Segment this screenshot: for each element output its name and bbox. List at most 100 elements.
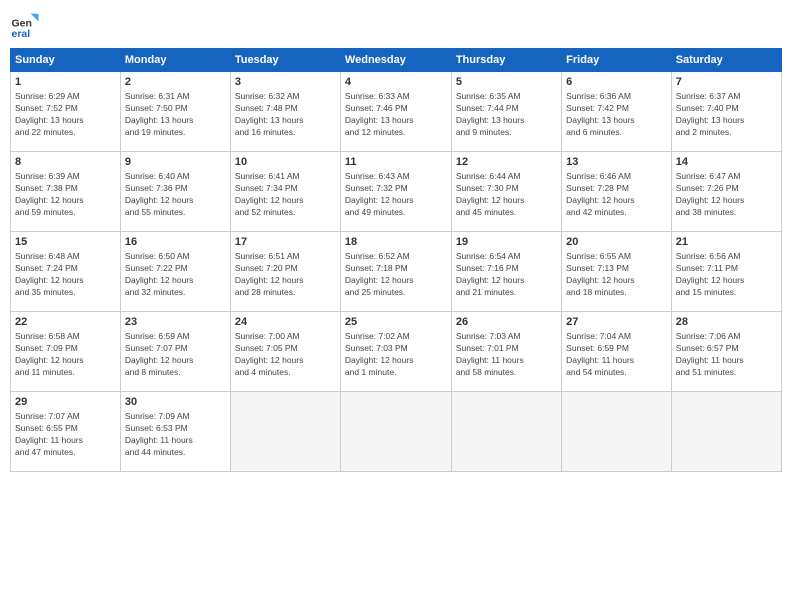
day-number: 16 xyxy=(125,235,226,250)
calendar-cell: 9Sunrise: 6:40 AMSunset: 7:36 PMDaylight… xyxy=(120,152,230,232)
calendar-cell: 5Sunrise: 6:35 AMSunset: 7:44 PMDaylight… xyxy=(451,72,561,152)
day-number: 17 xyxy=(235,235,336,250)
calendar-cell: 30Sunrise: 7:09 AMSunset: 6:53 PMDayligh… xyxy=(120,392,230,472)
day-number: 25 xyxy=(345,315,447,330)
day-number: 14 xyxy=(676,155,777,170)
day-info: Sunrise: 7:00 AMSunset: 7:05 PMDaylight:… xyxy=(235,331,336,379)
day-info: Sunrise: 7:04 AMSunset: 6:59 PMDaylight:… xyxy=(566,331,667,379)
calendar-cell: 1Sunrise: 6:29 AMSunset: 7:52 PMDaylight… xyxy=(11,72,121,152)
calendar-cell: 21Sunrise: 6:56 AMSunset: 7:11 PMDayligh… xyxy=(671,232,781,312)
calendar-cell: 4Sunrise: 6:33 AMSunset: 7:46 PMDaylight… xyxy=(340,72,451,152)
weekday-header-sunday: Sunday xyxy=(11,49,121,72)
logo-icon: Gen eral xyxy=(10,10,40,40)
day-number: 8 xyxy=(15,155,116,170)
calendar-cell: 17Sunrise: 6:51 AMSunset: 7:20 PMDayligh… xyxy=(230,232,340,312)
calendar-cell xyxy=(230,392,340,472)
weekday-header-monday: Monday xyxy=(120,49,230,72)
calendar-cell: 24Sunrise: 7:00 AMSunset: 7:05 PMDayligh… xyxy=(230,312,340,392)
day-info: Sunrise: 7:03 AMSunset: 7:01 PMDaylight:… xyxy=(456,331,557,379)
calendar-header-row: SundayMondayTuesdayWednesdayThursdayFrid… xyxy=(11,49,782,72)
calendar-cell: 8Sunrise: 6:39 AMSunset: 7:38 PMDaylight… xyxy=(11,152,121,232)
day-info: Sunrise: 6:55 AMSunset: 7:13 PMDaylight:… xyxy=(566,251,667,299)
day-number: 15 xyxy=(15,235,116,250)
day-number: 2 xyxy=(125,75,226,90)
weekday-header-saturday: Saturday xyxy=(671,49,781,72)
day-number: 23 xyxy=(125,315,226,330)
day-info: Sunrise: 6:54 AMSunset: 7:16 PMDaylight:… xyxy=(456,251,557,299)
weekday-header-tuesday: Tuesday xyxy=(230,49,340,72)
calendar-cell: 20Sunrise: 6:55 AMSunset: 7:13 PMDayligh… xyxy=(562,232,672,312)
calendar-cell xyxy=(671,392,781,472)
day-number: 30 xyxy=(125,395,226,410)
day-number: 24 xyxy=(235,315,336,330)
day-number: 3 xyxy=(235,75,336,90)
day-info: Sunrise: 6:29 AMSunset: 7:52 PMDaylight:… xyxy=(15,91,116,139)
day-info: Sunrise: 6:37 AMSunset: 7:40 PMDaylight:… xyxy=(676,91,777,139)
calendar-week-2: 8Sunrise: 6:39 AMSunset: 7:38 PMDaylight… xyxy=(11,152,782,232)
calendar-cell: 27Sunrise: 7:04 AMSunset: 6:59 PMDayligh… xyxy=(562,312,672,392)
calendar-cell: 29Sunrise: 7:07 AMSunset: 6:55 PMDayligh… xyxy=(11,392,121,472)
calendar-week-1: 1Sunrise: 6:29 AMSunset: 7:52 PMDaylight… xyxy=(11,72,782,152)
day-number: 6 xyxy=(566,75,667,90)
day-number: 5 xyxy=(456,75,557,90)
day-info: Sunrise: 6:31 AMSunset: 7:50 PMDaylight:… xyxy=(125,91,226,139)
day-info: Sunrise: 6:33 AMSunset: 7:46 PMDaylight:… xyxy=(345,91,447,139)
day-number: 10 xyxy=(235,155,336,170)
calendar-cell xyxy=(562,392,672,472)
day-info: Sunrise: 6:40 AMSunset: 7:36 PMDaylight:… xyxy=(125,171,226,219)
day-number: 13 xyxy=(566,155,667,170)
day-number: 28 xyxy=(676,315,777,330)
calendar-cell: 15Sunrise: 6:48 AMSunset: 7:24 PMDayligh… xyxy=(11,232,121,312)
day-info: Sunrise: 6:58 AMSunset: 7:09 PMDaylight:… xyxy=(15,331,116,379)
calendar-cell xyxy=(451,392,561,472)
day-info: Sunrise: 6:32 AMSunset: 7:48 PMDaylight:… xyxy=(235,91,336,139)
day-number: 4 xyxy=(345,75,447,90)
calendar-cell: 26Sunrise: 7:03 AMSunset: 7:01 PMDayligh… xyxy=(451,312,561,392)
day-info: Sunrise: 6:48 AMSunset: 7:24 PMDaylight:… xyxy=(15,251,116,299)
day-number: 20 xyxy=(566,235,667,250)
calendar-cell: 11Sunrise: 6:43 AMSunset: 7:32 PMDayligh… xyxy=(340,152,451,232)
calendar-cell: 14Sunrise: 6:47 AMSunset: 7:26 PMDayligh… xyxy=(671,152,781,232)
day-info: Sunrise: 6:46 AMSunset: 7:28 PMDaylight:… xyxy=(566,171,667,219)
day-number: 9 xyxy=(125,155,226,170)
day-info: Sunrise: 6:35 AMSunset: 7:44 PMDaylight:… xyxy=(456,91,557,139)
svg-text:eral: eral xyxy=(12,28,31,40)
day-number: 11 xyxy=(345,155,447,170)
day-info: Sunrise: 6:59 AMSunset: 7:07 PMDaylight:… xyxy=(125,331,226,379)
calendar-week-5: 29Sunrise: 7:07 AMSunset: 6:55 PMDayligh… xyxy=(11,392,782,472)
day-info: Sunrise: 6:50 AMSunset: 7:22 PMDaylight:… xyxy=(125,251,226,299)
calendar-table: SundayMondayTuesdayWednesdayThursdayFrid… xyxy=(10,48,782,472)
weekday-header-thursday: Thursday xyxy=(451,49,561,72)
day-info: Sunrise: 6:44 AMSunset: 7:30 PMDaylight:… xyxy=(456,171,557,219)
day-info: Sunrise: 7:06 AMSunset: 6:57 PMDaylight:… xyxy=(676,331,777,379)
calendar-cell: 23Sunrise: 6:59 AMSunset: 7:07 PMDayligh… xyxy=(120,312,230,392)
calendar-cell: 6Sunrise: 6:36 AMSunset: 7:42 PMDaylight… xyxy=(562,72,672,152)
calendar-cell: 3Sunrise: 6:32 AMSunset: 7:48 PMDaylight… xyxy=(230,72,340,152)
day-info: Sunrise: 6:36 AMSunset: 7:42 PMDaylight:… xyxy=(566,91,667,139)
calendar-cell: 19Sunrise: 6:54 AMSunset: 7:16 PMDayligh… xyxy=(451,232,561,312)
calendar-cell: 22Sunrise: 6:58 AMSunset: 7:09 PMDayligh… xyxy=(11,312,121,392)
calendar-week-3: 15Sunrise: 6:48 AMSunset: 7:24 PMDayligh… xyxy=(11,232,782,312)
day-info: Sunrise: 6:39 AMSunset: 7:38 PMDaylight:… xyxy=(15,171,116,219)
day-info: Sunrise: 6:51 AMSunset: 7:20 PMDaylight:… xyxy=(235,251,336,299)
calendar-week-4: 22Sunrise: 6:58 AMSunset: 7:09 PMDayligh… xyxy=(11,312,782,392)
day-number: 19 xyxy=(456,235,557,250)
page-header: Gen eral xyxy=(10,10,782,40)
day-number: 26 xyxy=(456,315,557,330)
calendar-cell: 18Sunrise: 6:52 AMSunset: 7:18 PMDayligh… xyxy=(340,232,451,312)
day-info: Sunrise: 6:43 AMSunset: 7:32 PMDaylight:… xyxy=(345,171,447,219)
day-info: Sunrise: 6:47 AMSunset: 7:26 PMDaylight:… xyxy=(676,171,777,219)
day-info: Sunrise: 6:41 AMSunset: 7:34 PMDaylight:… xyxy=(235,171,336,219)
day-number: 7 xyxy=(676,75,777,90)
weekday-header-friday: Friday xyxy=(562,49,672,72)
day-number: 18 xyxy=(345,235,447,250)
day-number: 27 xyxy=(566,315,667,330)
day-number: 22 xyxy=(15,315,116,330)
calendar-cell: 16Sunrise: 6:50 AMSunset: 7:22 PMDayligh… xyxy=(120,232,230,312)
day-number: 29 xyxy=(15,395,116,410)
day-number: 1 xyxy=(15,75,116,90)
calendar-cell: 10Sunrise: 6:41 AMSunset: 7:34 PMDayligh… xyxy=(230,152,340,232)
calendar-cell: 13Sunrise: 6:46 AMSunset: 7:28 PMDayligh… xyxy=(562,152,672,232)
day-info: Sunrise: 7:09 AMSunset: 6:53 PMDaylight:… xyxy=(125,411,226,459)
calendar-cell: 25Sunrise: 7:02 AMSunset: 7:03 PMDayligh… xyxy=(340,312,451,392)
